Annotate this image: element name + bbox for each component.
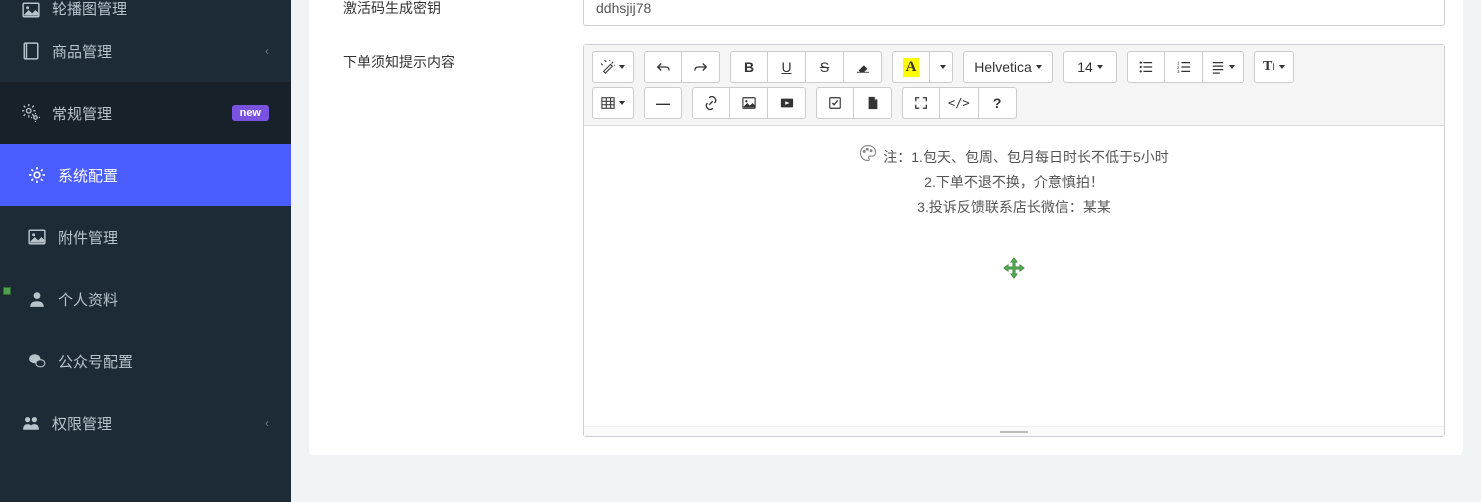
paragraph-button[interactable] [1203,51,1244,83]
font-color-dropdown[interactable] [930,51,953,83]
unordered-list-button[interactable] [1127,51,1165,83]
video-button[interactable] [768,87,806,119]
link-button[interactable] [692,87,730,119]
book-icon [22,42,40,60]
form-panel: 激活码生成密钥 下单须知提示内容 [309,0,1463,455]
sidebar-label: 权限管理 [52,413,112,434]
font-size-select[interactable]: 14 [1063,51,1117,83]
font-family-select[interactable]: Helvetica [963,51,1053,83]
editor-line-3: 3.投诉反馈联系店长微信：某某 [608,195,1420,220]
line-height-button[interactable]: TI [1254,51,1294,83]
sidebar-item-general[interactable]: 常规管理 new [0,82,291,144]
ordered-list-button[interactable]: 123 [1165,51,1203,83]
users-icon [22,414,40,432]
sidebar: 轮播图管理 商品管理 ‹ 常规管理 new 系统配置 附 [0,0,291,502]
sidebar-label: 轮播图管理 [52,0,127,19]
form-row-notice: 下单须知提示内容 [309,44,1463,455]
font-color-button[interactable]: A [892,51,930,83]
sidebar-label: 商品管理 [52,41,112,62]
sidebar-item-products[interactable]: 商品管理 ‹ [0,20,291,82]
form-row-key: 激活码生成密钥 [309,0,1463,44]
help-button[interactable]: ? [979,87,1017,119]
sidebar-label: 个人资料 [58,289,118,310]
picture-button[interactable] [730,87,768,119]
undo-button[interactable] [644,51,682,83]
svg-text:3: 3 [1177,69,1180,74]
redo-button[interactable] [682,51,720,83]
editor-content-area[interactable]: 注：1.包天、包周、包月每日时长不低于5小时 2.下单不退不换，介意慎拍！ 3.… [584,126,1444,426]
sidebar-label: 系统配置 [58,165,118,186]
user-icon [28,290,46,308]
main-content: 激活码生成密钥 下单须知提示内容 [291,0,1481,502]
bold-button[interactable]: B [730,51,768,83]
sidebar-item-carousel[interactable]: 轮播图管理 [0,0,291,20]
sidebar-label: 常规管理 [52,103,112,124]
table-button[interactable] [592,87,634,119]
sidebar-item-permissions[interactable]: 权限管理 ‹ [0,392,291,454]
cogs-icon [22,104,40,122]
eraser-button[interactable] [844,51,882,83]
cog-icon [28,166,46,184]
editor-line-2: 2.下单不退不换，介意慎拍！ [608,170,1420,195]
field-label-key: 激活码生成密钥 [327,0,583,26]
strikethrough-button[interactable]: S [806,51,844,83]
chevron-left-icon: ‹ [265,416,269,430]
image-icon [22,1,40,19]
editor-resize-handle[interactable] [584,426,1444,436]
sidebar-item-system-config[interactable]: 系统配置 [0,144,291,206]
field-label-notice: 下单须知提示内容 [327,44,583,437]
sidebar-item-wechat[interactable]: 公众号配置 [0,330,291,392]
sidebar-item-attachment[interactable]: 附件管理 [0,206,291,268]
move-handle-icon[interactable] [1002,256,1026,286]
editor-line-1: 注：1.包天、包周、包月每日时长不低于5小时 [883,145,1168,170]
sidebar-label: 公众号配置 [58,351,133,372]
attachment-button[interactable] [816,87,854,119]
editor-toolbar: B U S A [584,45,1444,126]
sidebar-item-orders[interactable]: 订单管理 ‹ [0,454,291,476]
sidebar-item-profile[interactable]: 个人资料 [0,268,291,330]
chevron-left-icon: ‹ [265,44,269,58]
underline-button[interactable]: U [768,51,806,83]
activation-key-input[interactable] [583,0,1445,26]
palette-icon [859,144,877,170]
sidebar-label: 附件管理 [58,227,118,248]
wechat-icon [28,352,46,370]
file-button[interactable] [854,87,892,119]
magic-button[interactable] [592,51,634,83]
code-view-button[interactable]: </> [940,87,979,119]
hr-button[interactable]: — [644,87,682,119]
rich-text-editor: B U S A [583,44,1445,437]
new-badge: new [232,105,269,121]
fullscreen-button[interactable] [902,87,940,119]
picture-icon [28,228,46,246]
